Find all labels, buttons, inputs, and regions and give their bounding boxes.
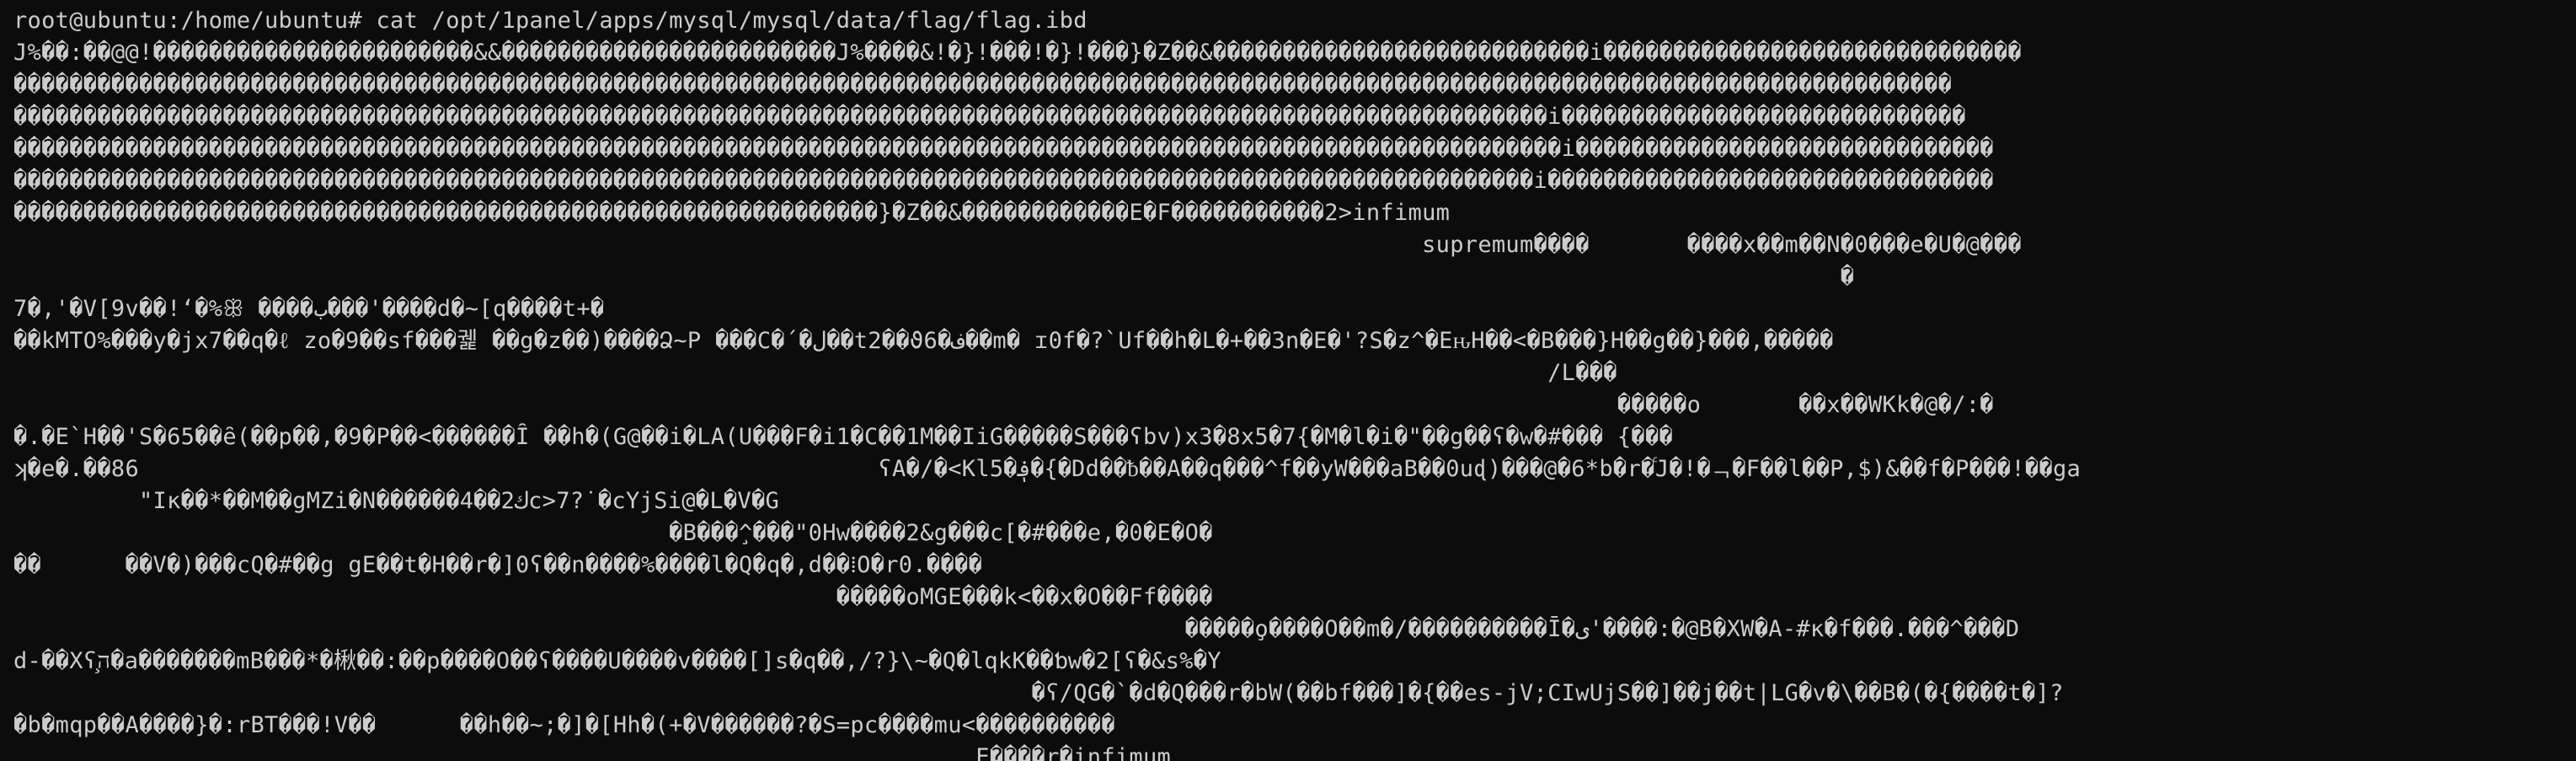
output-line: � [13, 264, 1855, 290]
output-line: ����������������������������������������… [13, 136, 1994, 162]
output-line: 7�,'�V[9v��!‘�%ꕥ ����ب���'����d�~[q����t… [13, 296, 605, 322]
trailing-partial-line: _ _ [2392, 753, 2576, 761]
output-line: d-��Xʕה̧�a�������mB���*�楸��:��p����O��ʕ�… [13, 648, 1221, 674]
output-line: �.�E`H��'S�65��ȇ(��p��,�9�P��<������Ȋ ��… [13, 424, 1674, 450]
command-text: cat /opt/1panel/apps/mysql/mysql/data/fl… [376, 8, 1088, 34]
output-line: "Iĸ��*��M��gMZi�N������ك2��4c>7?˙�cYjSi@… [13, 488, 780, 514]
output-line: E����r�infimum [13, 744, 1172, 761]
output-line: /L��� [13, 360, 1617, 386]
output-line: �b�mqp��A����}�:rBT���!V�� ��h��~;�]�[Hh… [13, 712, 1115, 738]
output-line: �� ��V�)���cQ�#��g gE��t�H��r�]0ʕ��n����… [13, 552, 983, 578]
output-line: ����������������������������������������… [13, 72, 1953, 98]
output-line: �ʕ/QG�`�d�Q���r�bW(��bf���]�{��es-jV;CIw… [13, 680, 2064, 706]
output-line: J%��:��@@!�����������������������&&�����… [13, 40, 2022, 66]
output-line: ʞ�e�.��86 ʕA�/�<Kl؋�5�{�Dd��ᵬ��A��q���^f… [13, 456, 2082, 482]
terminal-window[interactable]: ^^^^^^^^^ root@ubuntu:/home/ubuntu# cat … [0, 0, 2576, 761]
output-line: �B���̧^���"0Hw����2&g���c[�#���e,�0�E�O� [13, 520, 1213, 546]
command-line: root@ubuntu:/home/ubuntu# cat /opt/1pane… [13, 5, 1088, 37]
output-line: ����������������������������������������… [13, 104, 1966, 130]
output-line: supremum���� ����x��m��N�0���e�U�@��� [13, 232, 2022, 258]
output-line: �����o ��x��WKk�@�/:� [13, 392, 1994, 418]
shell-prompt: root@ubuntu:/home/ubuntu# [13, 8, 362, 34]
output-line: ��kMTO%���y�jx7��q�ℓ zo�9��sf���궱 ��g�z�… [13, 328, 1834, 354]
output-line: ����������������������������������������… [13, 200, 1451, 226]
output-line: �����oMGE���k<��x�O��Ff���� [13, 584, 1213, 610]
output-line: �����̧o����O��m�/����������Ī�ی'����:�@B�… [13, 616, 2020, 642]
output-line: ����������������������������������������… [13, 168, 1994, 194]
